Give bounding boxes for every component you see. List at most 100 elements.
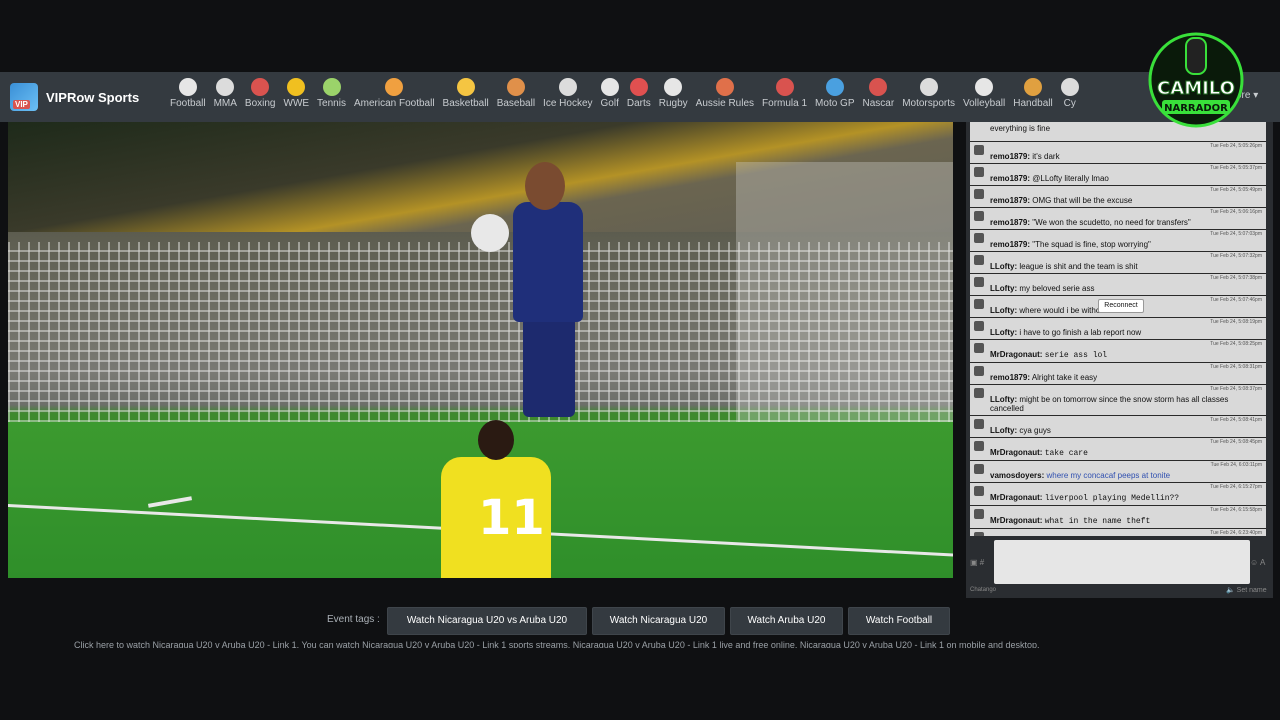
nav-item-aussie-rules[interactable]: Aussie Rules — [692, 78, 758, 109]
chat-avatar-icon[interactable] — [974, 532, 984, 536]
chat-username[interactable]: remo1879: — [990, 174, 1030, 183]
chat-avatar-icon[interactable] — [974, 189, 984, 199]
chat-text: take care — [1044, 449, 1088, 458]
chat-username[interactable]: vamosdoyers: — [990, 471, 1044, 480]
chat-timestamp: Tue Feb 24, 6:23:40pm — [1210, 530, 1262, 536]
chat-username[interactable]: remo1879: — [990, 240, 1030, 249]
chat-message: Tue Feb 24, 5:08:19pm LLofty: i have to g… — [970, 318, 1266, 340]
reconnect-button[interactable]: Reconnect — [1098, 299, 1144, 313]
chat-avatar-icon[interactable] — [974, 388, 984, 398]
set-name-button[interactable]: 🔈 Set name — [1226, 586, 1267, 594]
nav-item-boxing[interactable]: Boxing — [241, 78, 280, 109]
nav-item-football[interactable]: Football — [166, 78, 210, 109]
nav-item-american-football[interactable]: American Football — [350, 78, 439, 109]
chat-messages[interactable]: everything is fine Tue Feb 24, 5:05:26pm r… — [970, 122, 1266, 536]
tennis-icon — [322, 78, 341, 96]
chat-avatar-icon[interactable] — [974, 441, 984, 451]
chat-text: OMG that will be the excuse — [1032, 196, 1133, 205]
chat-avatar-icon[interactable] — [974, 321, 984, 331]
chat-username[interactable]: MrDragonaut: — [990, 350, 1042, 359]
chat-avatar-icon[interactable] — [974, 255, 984, 265]
chat-username[interactable]: remo1879: — [990, 218, 1030, 227]
chat-avatar-icon[interactable] — [974, 419, 984, 429]
nav-item-tennis[interactable]: Tennis — [313, 78, 350, 109]
tag-button-aruba[interactable]: Watch Aruba U20 — [730, 607, 843, 635]
nav-item-label: Moto GP — [815, 98, 855, 109]
chat-username[interactable]: LLofty: — [990, 328, 1017, 337]
svg-text:NARRADOR: NARRADOR — [1164, 103, 1228, 114]
nav-item-nascar[interactable]: Nascar — [859, 78, 899, 109]
tag-button-match[interactable]: Watch Nicaragua U20 vs Aruba U20 — [387, 607, 587, 635]
chatango-link[interactable]: Chatango — [970, 587, 996, 593]
nav-item-label: Nascar — [862, 98, 895, 109]
chat-timestamp: Tue Feb 24, 5:08:37pm — [1210, 386, 1262, 392]
nav-item-golf[interactable]: Golf — [597, 78, 623, 109]
chat-username[interactable]: remo1879: — [990, 196, 1030, 205]
chat-text: my beloved serie ass — [1019, 284, 1095, 293]
chat-text: @LLofty literally lmao — [1032, 174, 1109, 183]
nav-item-motorsports[interactable]: Motorsports — [898, 78, 959, 109]
chat-username[interactable]: remo1879: — [990, 373, 1030, 382]
chat-avatar-icon[interactable] — [974, 145, 984, 155]
chat-username[interactable]: MrDragonaut: — [990, 493, 1042, 502]
chat-message: Tue Feb 24, 5:08:45pm MrDragonaut: take c… — [970, 438, 1266, 461]
chat-avatar-icon[interactable] — [974, 211, 984, 221]
darts-icon — [629, 78, 648, 96]
chat-timestamp: Tue Feb 24, 5:07:32pm — [1210, 253, 1262, 259]
brand[interactable]: VIP VIPRow Sports — [10, 80, 139, 114]
chat-username[interactable]: MrDragonaut: — [990, 448, 1042, 457]
chat-message: Tue Feb 24, 5:05:26pm remo1879: it's dark — [970, 142, 1266, 164]
chat-message: Tue Feb 24, 5:08:37pm LLofty: might be on… — [970, 385, 1266, 416]
nav-item-mma[interactable]: MMA — [210, 78, 241, 109]
chat-timestamp: Tue Feb 24, 5:07:46pm — [1210, 297, 1262, 303]
vip-logo-icon: VIP — [10, 83, 38, 111]
nav-item-moto-gp[interactable]: Moto GP — [811, 78, 858, 109]
chat-username[interactable]: LLofty: — [990, 284, 1017, 293]
chat-username[interactable]: remo1879: — [990, 152, 1030, 161]
nav-item-rugby[interactable]: Rugby — [655, 78, 692, 109]
nav-item-wwe[interactable]: WWE — [280, 78, 314, 109]
chat-emoji-icon[interactable]: ☺ A — [1250, 558, 1265, 567]
chat-avatar-icon[interactable] — [974, 343, 984, 353]
nav-item-volleyball[interactable]: Volleyball — [959, 78, 1009, 109]
chat-text: "The squad is fine, stop worrying" — [1032, 240, 1151, 249]
chat-image-icon[interactable]: ▣ # — [970, 558, 984, 567]
motorsports-icon — [919, 78, 938, 96]
nav-item-darts[interactable]: Darts — [623, 78, 655, 109]
chat-avatar-icon[interactable] — [974, 509, 984, 519]
chat-username[interactable]: MrDragonaut: — [990, 516, 1042, 525]
tag-button-football[interactable]: Watch Football — [848, 607, 950, 635]
chat-timestamp: Tue Feb 24, 5:08:25pm — [1210, 341, 1262, 347]
chat-timestamp: Tue Feb 24, 5:08:31pm — [1210, 364, 1262, 370]
chat-avatar-icon[interactable] — [974, 277, 984, 287]
handball-icon — [1024, 78, 1042, 96]
tag-button-nicaragua[interactable]: Watch Nicaragua U20 — [592, 607, 725, 635]
nav-item-label: Volleyball — [963, 98, 1006, 109]
wwe-icon — [287, 78, 306, 96]
chat-timestamp: Tue Feb 24, 5:06:16pm — [1210, 209, 1262, 215]
chat-text: where my concacaf peeps at tonite — [1046, 471, 1171, 480]
nav-item-handball[interactable]: Handball — [1009, 78, 1056, 109]
chat-text: might be on tomorrow since the snow stor… — [990, 395, 1229, 413]
chat-avatar-icon[interactable] — [974, 366, 984, 376]
video-player[interactable]: 11 — [8, 122, 953, 578]
chat-username[interactable]: LLofty: — [990, 426, 1017, 435]
chat-username[interactable]: LLofty: — [990, 306, 1017, 315]
nav-item-basketball[interactable]: Basketball — [439, 78, 493, 109]
chat-input[interactable] — [994, 540, 1250, 584]
chat-avatar-icon[interactable] — [974, 299, 984, 309]
nav-item-formula-1[interactable]: Formula 1 — [758, 78, 811, 109]
chat-message: Tue Feb 24, 6:15:27pm MrDragonaut: liverp… — [970, 483, 1266, 506]
chat-username[interactable]: LLofty: — [990, 395, 1017, 404]
chat-avatar-icon[interactable] — [974, 486, 984, 496]
chat-message: Tue Feb 24, 5:07:32pm LLofty: league is s… — [970, 252, 1266, 274]
nav-item-label: Aussie Rules — [695, 98, 755, 109]
chat-message: Tue Feb 24, 5:08:25pm MrDragonaut: serie … — [970, 340, 1266, 363]
chat-avatar-icon[interactable] — [974, 464, 984, 474]
chat-avatar-icon[interactable] — [974, 167, 984, 177]
nav-item-cy[interactable]: Cy — [1057, 78, 1083, 109]
nav-item-baseball[interactable]: Baseball — [493, 78, 539, 109]
nav-item-ice-hockey[interactable]: Ice Hockey — [539, 78, 596, 109]
chat-avatar-icon[interactable] — [974, 233, 984, 243]
chat-username[interactable]: LLofty: — [990, 262, 1017, 271]
